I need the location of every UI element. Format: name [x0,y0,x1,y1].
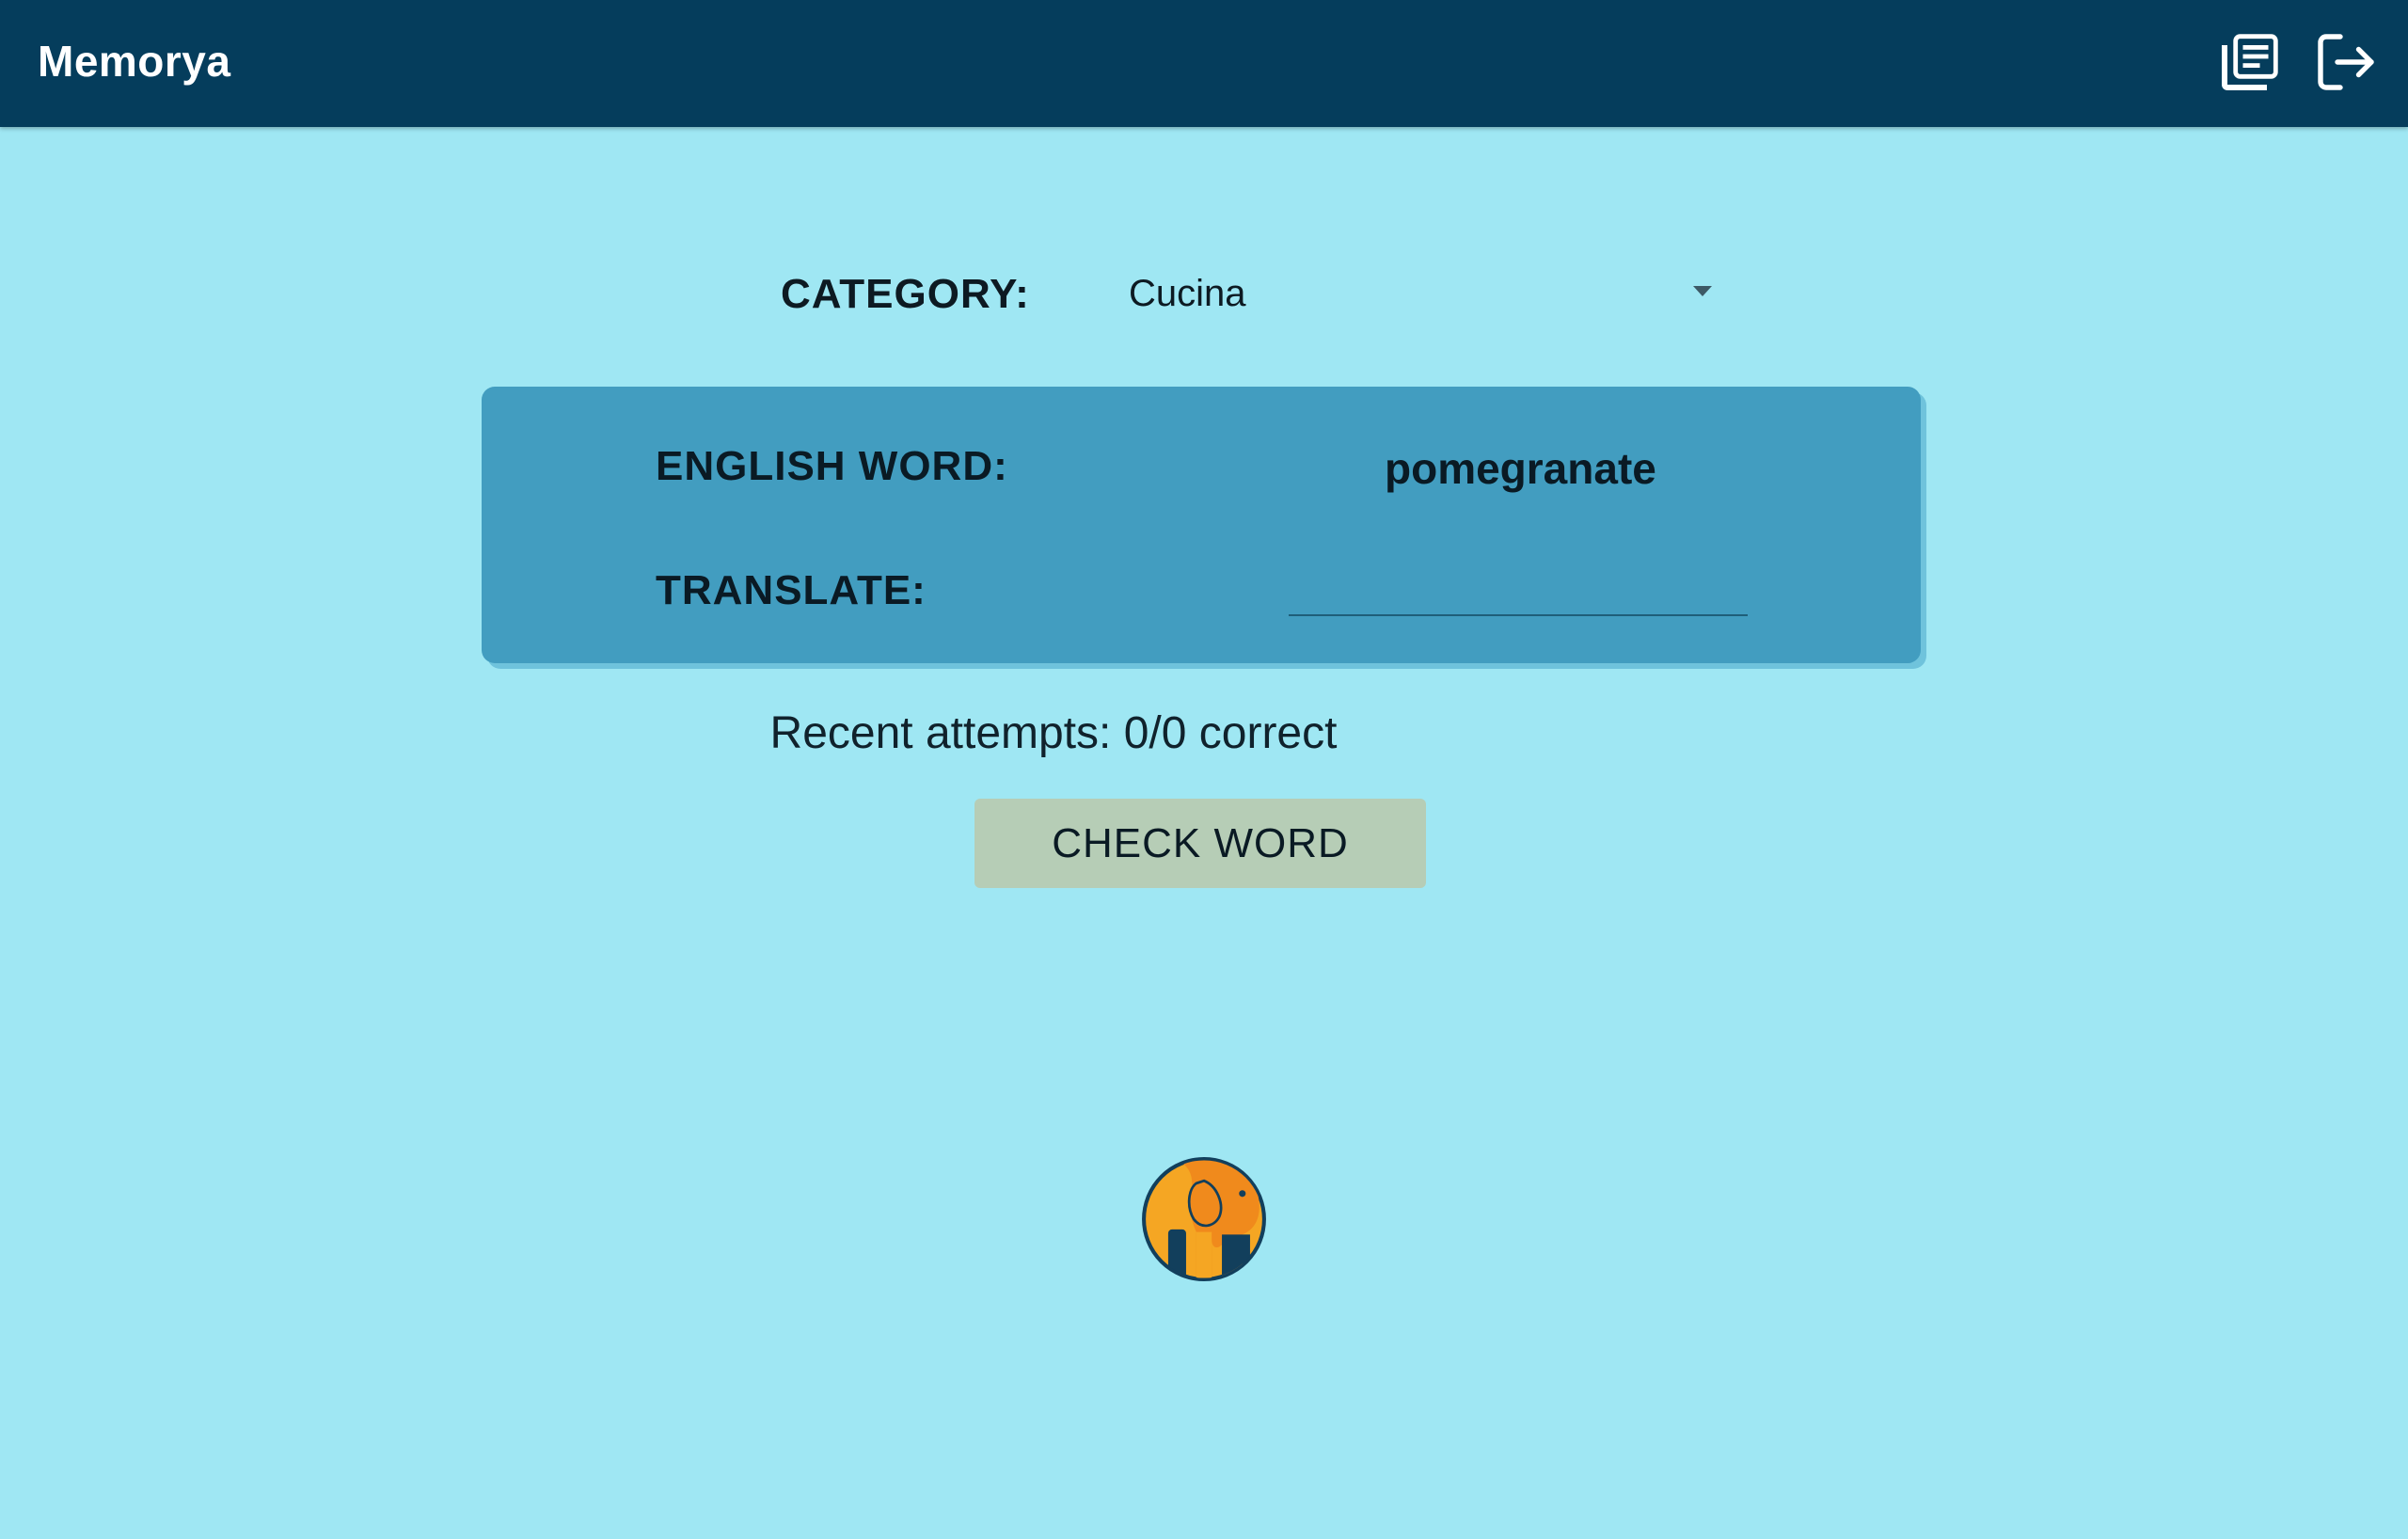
chevron-down-icon [1693,286,1712,296]
recent-attempts: Recent attempts: 0/0 correct [0,707,2408,759]
english-word-label: ENGLISH WORD: [656,443,1008,489]
translate-input[interactable] [1289,545,1748,616]
recent-attempts-text: Recent attempts: 0/0 correct [769,708,1338,758]
category-select[interactable]: Cucina [1119,263,1721,329]
translate-label: TRANSLATE: [656,567,927,613]
english-word-value: pomegranate [1385,444,1656,493]
quiz-card: ENGLISH WORD: pomegranate TRANSLATE: [482,387,1921,663]
top-app-bar: Memorya [0,0,2408,127]
category-selected-value: Cucina [1129,273,1246,314]
check-word-button[interactable]: CHECK WORD [974,799,1426,888]
elephant-logo-icon [1140,1155,1268,1283]
category-label: CATEGORY: [781,271,1030,317]
app-title: Memorya [38,37,231,86]
word-list-icon[interactable] [2216,28,2284,96]
logout-icon[interactable] [2312,28,2380,96]
